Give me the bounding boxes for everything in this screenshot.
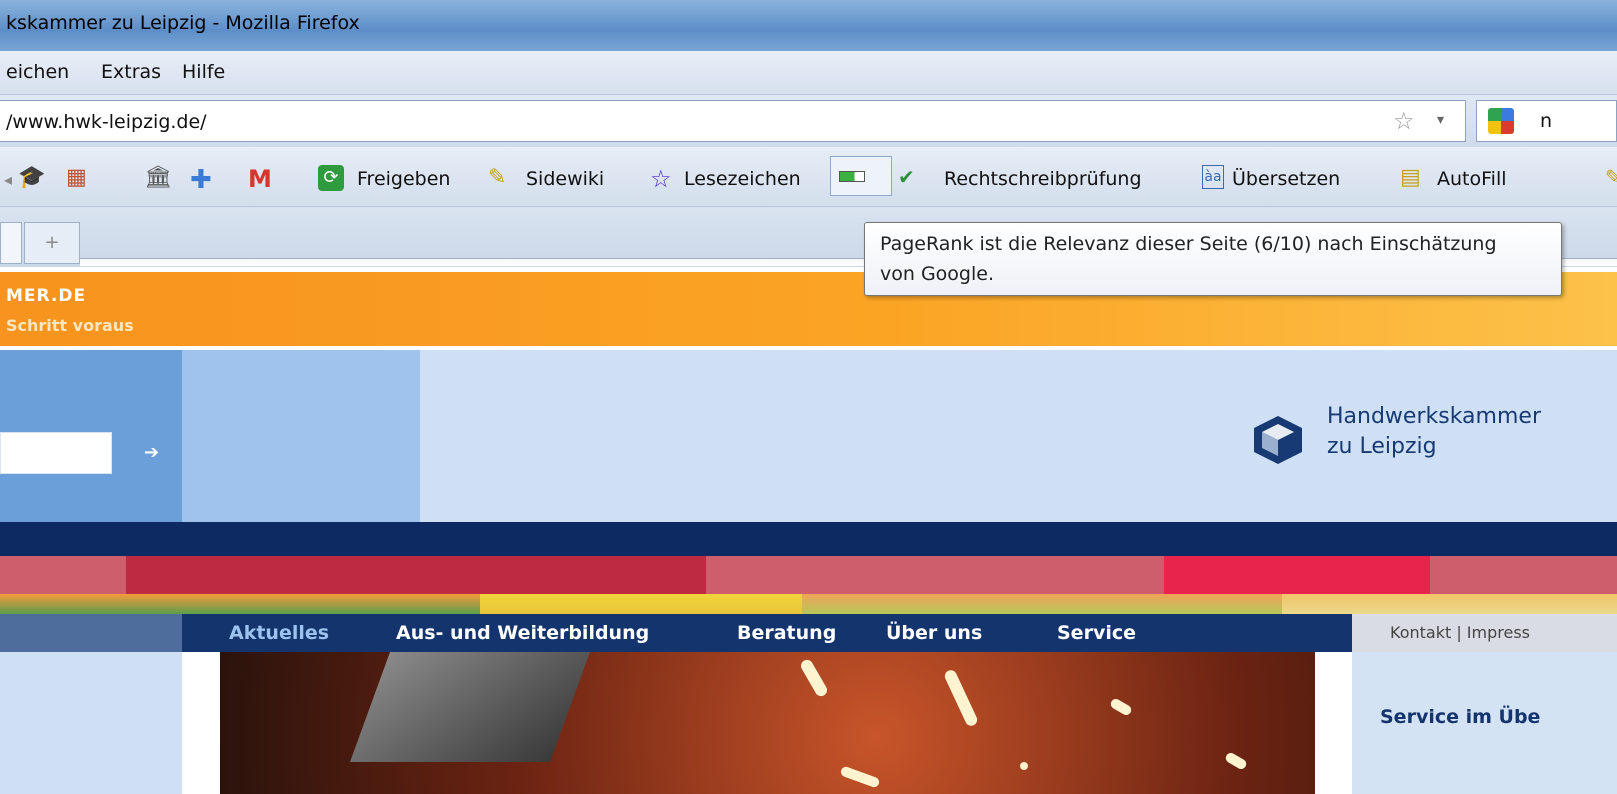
pagerank-tooltip: PageRank ist die Relevanz dieser Seite (… [864, 222, 1562, 296]
stripe-segment [126, 556, 706, 594]
star-bookmarks-icon[interactable]: ☆ [650, 165, 676, 193]
window-titlebar: kskammer zu Leipzig - Mozilla Firefox [0, 0, 1617, 51]
banner-slogan-text: Schritt voraus [6, 316, 134, 335]
window-title: kskammer zu Leipzig - Mozilla Firefox [6, 12, 360, 34]
pencil-icon[interactable]: ✎ [1605, 165, 1617, 191]
new-tab-button[interactable]: + [24, 222, 80, 264]
share-icon[interactable]: ⟳ [318, 165, 344, 191]
thin-stripe-segment [1282, 594, 1617, 614]
content-gutter [182, 652, 220, 794]
menu-extras[interactable]: Extras [101, 61, 161, 83]
hero-photo-grinder [220, 652, 1315, 794]
nav-beratung[interactable]: Beratung [737, 622, 836, 644]
stripe-segment [706, 556, 1164, 594]
google-toolbar [0, 147, 1617, 207]
translate-icon[interactable]: àa [1202, 165, 1224, 189]
gmail-icon[interactable]: M [248, 165, 274, 193]
spark [839, 765, 881, 789]
freigeben-button[interactable]: Freigeben [357, 168, 450, 190]
spark [1223, 751, 1249, 771]
logo-text-line2: zu Leipzig [1327, 434, 1437, 459]
graduation-cap-icon[interactable]: 🎓 [18, 165, 45, 191]
nav-ueber-uns[interactable]: Über uns [886, 622, 982, 644]
thin-stripe-segment [480, 594, 802, 614]
nav-aus-und-weiterbildung[interactable]: Aus- und Weiterbildung [396, 622, 649, 644]
google-search-engine-icon[interactable] [1488, 108, 1514, 134]
lesezeichen-button[interactable]: Lesezeichen [684, 168, 801, 190]
nav-service[interactable]: Service [1057, 622, 1136, 644]
spark [1020, 762, 1028, 770]
spark [942, 668, 980, 728]
autofill-icon[interactable]: ▤ [1400, 165, 1426, 191]
navy-band [0, 522, 1617, 556]
tooltip-line1: PageRank ist die Relevanz dieser Seite (… [880, 233, 1497, 255]
site-search-submit-icon[interactable]: ➔ [144, 442, 159, 463]
pagerank-button[interactable] [830, 156, 892, 196]
header-block-lightblue [182, 350, 420, 522]
hwk-logo-icon [1254, 416, 1302, 464]
stripe-segment [0, 556, 126, 594]
rechtschreibpruefung-button[interactable]: Rechtschreibprüfung [944, 168, 1142, 190]
grinder-tool [349, 652, 591, 762]
thin-stripe-segment [802, 594, 1282, 614]
right-panel-title: Service im Übe [1380, 706, 1541, 728]
url-text: /www.hwk-leipzig.de/ [6, 111, 207, 133]
plus-add-icon[interactable]: ✚ [190, 165, 216, 195]
search-text: n [1540, 110, 1553, 132]
spark [798, 657, 830, 699]
left-panel [0, 652, 182, 794]
tooltip-line2: von Google. [880, 263, 994, 285]
logo-text-line1: Handwerkskammer [1327, 404, 1541, 429]
spark [1108, 697, 1134, 717]
stripe-segment [1430, 556, 1617, 594]
bank-icon[interactable]: 🏛 [144, 165, 172, 191]
uebersetzen-button[interactable]: Übersetzen [1232, 168, 1340, 190]
meta-links[interactable]: Kontakt | Impress [1390, 623, 1530, 642]
bookmark-star-icon[interactable]: ☆ [1393, 107, 1415, 135]
autofill-button[interactable]: AutoFill [1437, 168, 1507, 190]
spellcheck-icon[interactable]: ✔ [898, 165, 924, 191]
toolbar-overflow-icon[interactable]: ◂ [4, 170, 14, 196]
sidewiki-icon[interactable]: ✎ [488, 165, 514, 191]
sidewiki-button[interactable]: Sidewiki [526, 168, 604, 190]
thin-stripe-segment [0, 594, 480, 614]
menubar: eichen Extras Hilfe [0, 51, 1617, 95]
nav-left-block [0, 614, 182, 652]
url-dropdown-icon[interactable]: ▾ [1437, 112, 1444, 128]
tab-active[interactable] [0, 222, 22, 264]
thin-color-stripe [0, 594, 1617, 614]
stripe-segment [1164, 556, 1430, 594]
content-gutter-right [1315, 652, 1352, 794]
nav-aktuelles[interactable]: Aktuelles [229, 622, 329, 644]
calendar-icon[interactable]: ▦ [66, 165, 92, 191]
color-stripe [0, 556, 1617, 594]
menu-lesezeichen[interactable]: eichen [6, 61, 69, 83]
banner-domain-text: MER.DE [6, 286, 87, 306]
url-bar[interactable]: /www.hwk-leipzig.de/ [0, 100, 1466, 142]
pagerank-bar-icon [839, 171, 865, 182]
menu-hilfe[interactable]: Hilfe [182, 61, 225, 83]
site-search-input[interactable] [0, 432, 112, 474]
